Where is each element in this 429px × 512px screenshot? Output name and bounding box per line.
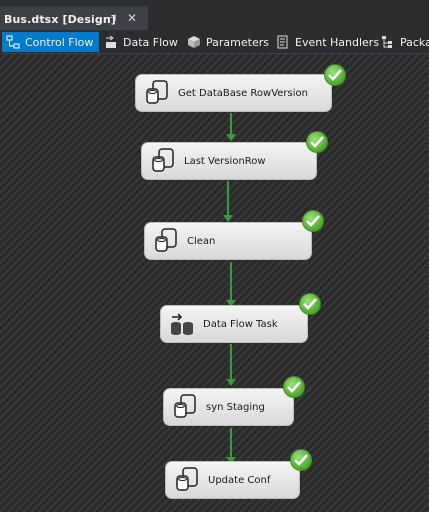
tab-event-handlers[interactable]: Event Handlers — [272, 32, 379, 52]
connector-arrowhead — [226, 134, 236, 141]
tab-label: Parameters — [206, 35, 269, 49]
tab-control-flow[interactable]: Control Flow — [2, 32, 100, 52]
success-check-icon — [283, 376, 305, 398]
task-label: Last VersionRow — [184, 155, 266, 167]
tab-label: Event Handlers — [295, 35, 380, 49]
execute-sql-icon — [172, 394, 198, 420]
task-label: Get DataBase RowVersion — [178, 87, 308, 99]
precedence-connector[interactable] — [230, 113, 232, 136]
document-tab[interactable]: Bus.dtsx [Design] ⊣ ✕ — [0, 6, 148, 30]
task-label: Clean — [187, 235, 216, 247]
task-syn-staging[interactable]: syn Staging — [163, 376, 305, 426]
control-flow-icon — [6, 35, 20, 49]
precedence-connector[interactable] — [230, 344, 232, 380]
tab-package-explorer[interactable]: Packa — [377, 32, 429, 52]
task-label: Data Flow Task — [203, 318, 278, 330]
execute-sql-icon — [174, 467, 200, 493]
success-check-icon — [306, 131, 328, 153]
task-label: syn Staging — [206, 401, 265, 413]
success-check-icon — [302, 210, 324, 232]
connector-arrowhead — [226, 379, 236, 386]
parameters-icon — [187, 35, 201, 49]
event-handlers-icon — [276, 35, 290, 49]
pin-icon[interactable]: ⊣ — [108, 13, 117, 24]
package-explorer-icon — [381, 35, 395, 49]
execute-sql-icon — [150, 148, 176, 174]
task-get-database-rowversion[interactable]: Get DataBase RowVersion — [135, 64, 346, 112]
task-clean[interactable]: Clean — [144, 210, 324, 260]
tab-label: Packa — [400, 35, 429, 49]
tab-data-flow[interactable]: Data Flow — [100, 32, 178, 52]
success-check-icon — [324, 64, 346, 86]
task-data-flow-task[interactable]: Data Flow Task — [160, 293, 321, 343]
data-flow-icon — [104, 35, 118, 49]
success-check-icon — [290, 449, 312, 471]
tab-label: Data Flow — [123, 35, 178, 49]
success-check-icon — [299, 293, 321, 315]
task-update-conf[interactable]: Update Conf — [165, 449, 312, 499]
precedence-connector[interactable] — [227, 181, 229, 215]
execute-sql-icon — [144, 80, 170, 106]
precedence-connector[interactable] — [230, 262, 232, 302]
tab-label: Control Flow — [25, 35, 94, 49]
task-last-versionrow[interactable]: Last VersionRow — [141, 131, 328, 180]
precedence-connector[interactable] — [230, 428, 232, 458]
document-tab-title: Bus.dtsx [Design] — [4, 12, 116, 26]
document-tab-strip: Bus.dtsx [Design] ⊣ ✕ — [0, 0, 429, 30]
task-label: Update Conf — [208, 474, 271, 486]
designer-tabs: Control Flow Data Flow Parameters Event … — [0, 30, 429, 54]
data-flow-task-icon — [169, 311, 195, 337]
control-flow-canvas[interactable]: Get DataBase RowVersion Last VersionRow … — [0, 54, 429, 512]
connector-arrowhead — [223, 215, 233, 222]
execute-sql-icon — [153, 228, 179, 254]
close-icon[interactable]: ✕ — [127, 11, 137, 25]
tab-parameters[interactable]: Parameters — [183, 32, 269, 52]
